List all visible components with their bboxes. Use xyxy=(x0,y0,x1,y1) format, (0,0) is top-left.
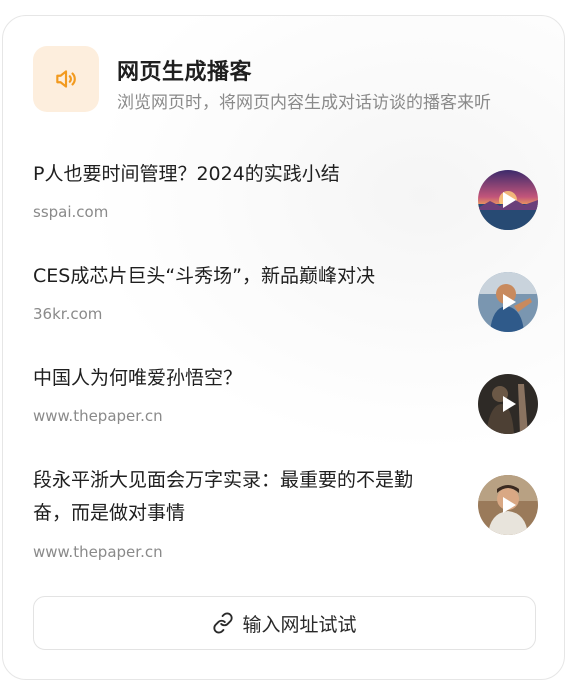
play-icon xyxy=(503,497,516,513)
item-title[interactable]: P人也要时间管理？2024的实践小结 xyxy=(33,158,443,191)
speaker-icon xyxy=(56,70,76,88)
item-source: www.thepaper.cn xyxy=(33,543,163,561)
item-title[interactable]: 段永平浙大见面会万字实录：最重要的不是勤奋，而是做对事情 xyxy=(33,464,443,530)
try-url-label: 输入网址试试 xyxy=(242,613,357,636)
play-icon xyxy=(503,294,516,310)
item-source: www.thepaper.cn xyxy=(33,407,163,425)
podcast-card: 网页生成播客 浏览网页时，将网页内容生成对话访谈的播客来听 P人也要时间管理？2… xyxy=(2,15,565,680)
item-thumbnail[interactable] xyxy=(478,475,538,535)
item-thumbnail[interactable] xyxy=(478,374,538,434)
play-icon xyxy=(503,192,516,208)
item-source: sspai.com xyxy=(33,203,109,221)
logo xyxy=(33,46,99,112)
play-button[interactable] xyxy=(478,272,538,332)
play-button[interactable] xyxy=(478,170,538,230)
page-title: 网页生成播客 xyxy=(117,60,253,85)
item-title[interactable]: CES成芯片巨头“斗秀场”，新品巅峰对决 xyxy=(33,260,443,293)
list-item[interactable]: 中国人为何唯爱孙悟空？ www.thepaper.cn xyxy=(33,350,538,452)
play-icon xyxy=(503,396,516,412)
page-subtitle: 浏览网页时，将网页内容生成对话访谈的播客来听 xyxy=(117,93,491,113)
list-item[interactable]: CES成芯片巨头“斗秀场”，新品巅峰对决 36kr.com xyxy=(33,248,538,350)
play-button[interactable] xyxy=(478,374,538,434)
item-title[interactable]: 中国人为何唯爱孙悟空？ xyxy=(33,362,443,395)
play-button[interactable] xyxy=(478,475,538,535)
item-thumbnail[interactable] xyxy=(478,272,538,332)
card-header: 网页生成播客 浏览网页时，将网页内容生成对话访谈的播客来听 xyxy=(33,46,544,116)
podcast-list: P人也要时间管理？2024的实践小结 sspai.com CES成芯片巨头“斗秀… xyxy=(33,146,538,587)
item-thumbnail[interactable] xyxy=(478,170,538,230)
list-item[interactable]: 段永平浙大见面会万字实录：最重要的不是勤奋，而是做对事情 www.thepape… xyxy=(33,452,538,587)
list-item[interactable]: P人也要时间管理？2024的实践小结 sspai.com xyxy=(33,146,538,248)
item-source: 36kr.com xyxy=(33,305,103,323)
try-url-button[interactable]: 输入网址试试 xyxy=(33,596,536,650)
link-icon xyxy=(213,612,234,634)
